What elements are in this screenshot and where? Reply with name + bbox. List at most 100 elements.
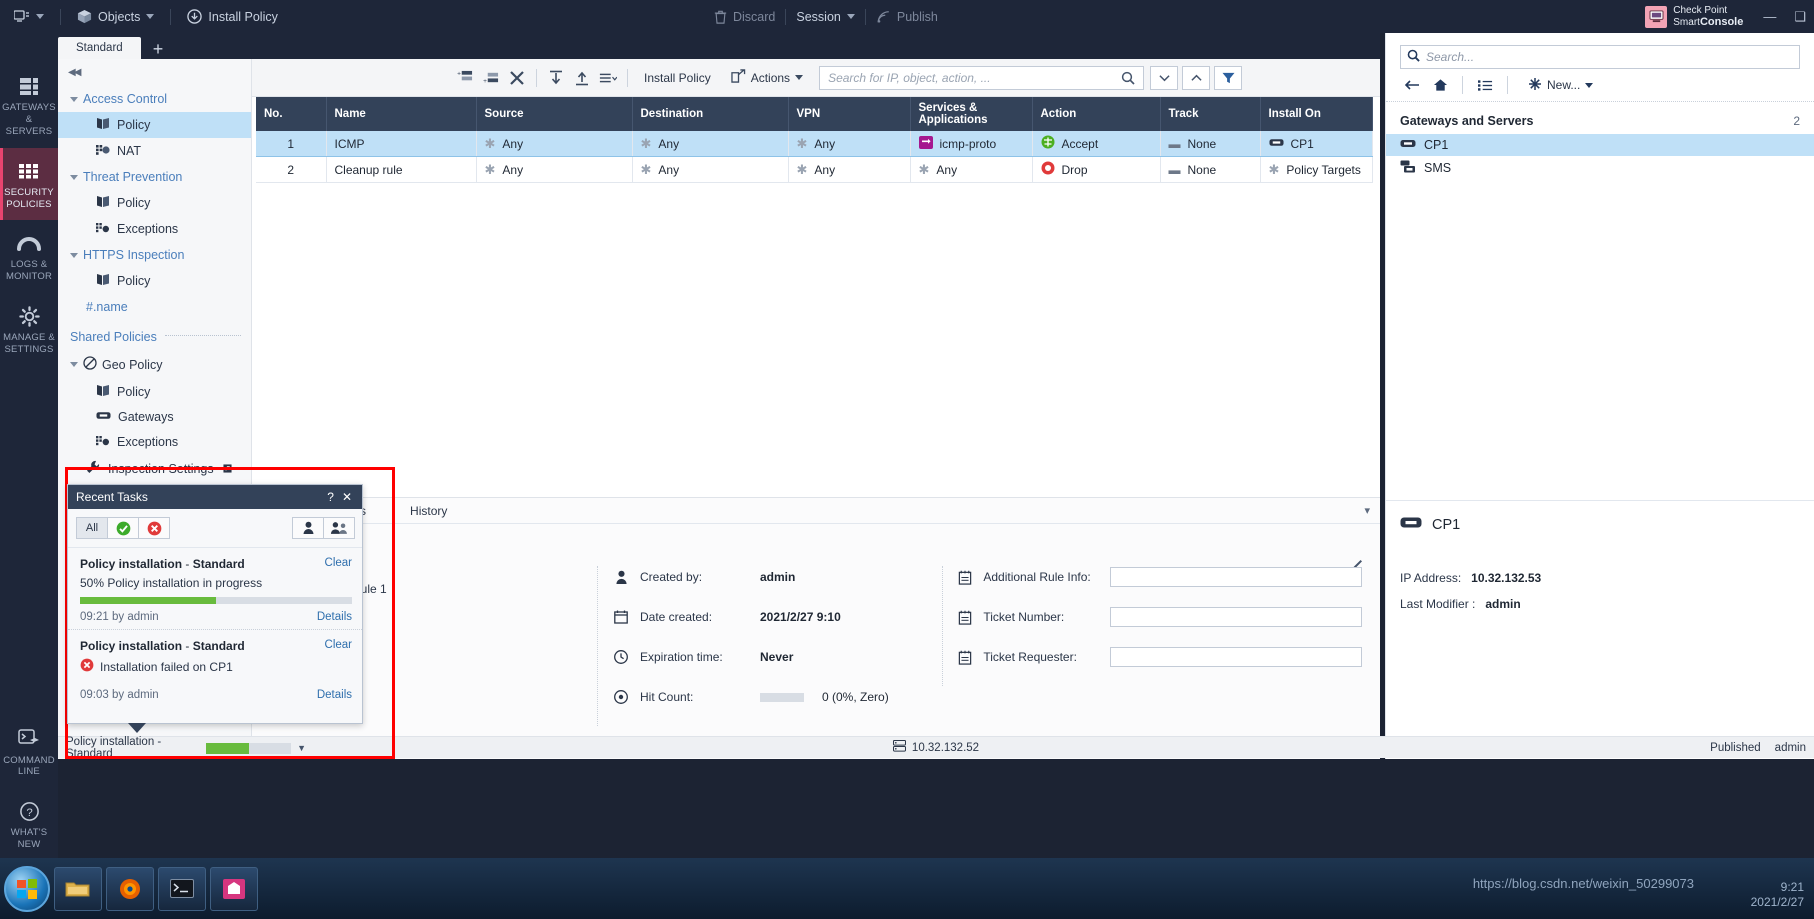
cell-name[interactable]: Cleanup rule <box>326 156 477 183</box>
chevron-down-icon[interactable]: ▼ <box>297 743 306 753</box>
sidebar-item-access-policy[interactable]: Policy <box>58 112 251 138</box>
ticket-number-input[interactable] <box>1109 607 1363 627</box>
cell-source[interactable]: ✱ Any <box>476 156 633 183</box>
tab-standard[interactable]: Standard <box>58 37 141 59</box>
cell-action[interactable]: Drop <box>1032 156 1161 183</box>
objects-search[interactable] <box>1400 45 1800 69</box>
task-details-link[interactable]: Details <box>317 689 352 701</box>
search-filter-dropdown-icon[interactable] <box>1150 65 1179 90</box>
cell-install-on[interactable]: CP1 <box>1260 131 1373 157</box>
cell-vpn[interactable]: ✱ Any <box>788 131 911 157</box>
add-rule-above-icon[interactable]: + <box>452 66 478 90</box>
sidebar-item-geo-exceptions[interactable]: Exceptions <box>58 429 251 455</box>
cell-track[interactable]: ▬ None <box>1160 131 1261 157</box>
sidebar-item-https-policy[interactable]: Policy <box>58 268 251 294</box>
windows-start-button[interactable] <box>4 865 50 912</box>
nav-section-threat-prevention[interactable]: Threat Prevention <box>58 164 251 190</box>
nav-section-https-inspection[interactable]: HTTPS Inspection <box>58 242 251 268</box>
sidebar-item-nat[interactable]: NAT <box>58 138 251 164</box>
cell-track[interactable]: ▬ None <box>1160 156 1261 183</box>
home-icon[interactable] <box>1428 75 1452 95</box>
cell-name[interactable]: ICMP <box>326 131 477 157</box>
rail-item-gateways-servers[interactable]: GATEWAYS & SERVERS <box>0 63 58 148</box>
cell-vpn[interactable]: ✱ Any <box>788 156 911 183</box>
col-install-on[interactable]: Install On <box>1260 97 1373 131</box>
filter-success-button[interactable] <box>107 517 139 539</box>
minimize-button[interactable]: — <box>1763 9 1776 24</box>
help-icon[interactable]: ? <box>323 490 338 504</box>
rail-item-whats-new[interactable]: ? WHAT'S NEW <box>0 788 58 861</box>
taskbar-terminal[interactable] <box>158 866 206 911</box>
table-row[interactable]: 2 Cleanup rule ✱ Any ✱ Any ✱ Any ✱ Any Drop … <box>256 156 1373 183</box>
objects-button[interactable]: Objects <box>73 7 158 26</box>
filter-all-button[interactable]: All <box>76 517 108 539</box>
status-task-widget[interactable]: Policy installation - Standard ▼ <box>62 736 310 760</box>
cell-destination[interactable]: ✱ Any <box>632 156 789 183</box>
col-no[interactable]: No. <box>256 97 327 131</box>
collapse-panel-button[interactable]: ◀◀ <box>58 65 251 86</box>
sidebar-item-hash-name[interactable]: #.name <box>58 294 251 320</box>
my-tasks-button[interactable] <box>292 517 324 539</box>
col-services[interactable]: Services & Applications <box>910 97 1033 131</box>
col-name[interactable]: Name <box>326 97 477 131</box>
col-action[interactable]: Action <box>1032 97 1161 131</box>
expand-detail-icon[interactable]: ▾ <box>1364 504 1370 517</box>
rail-item-command-line[interactable]: COMMAND LINE <box>0 716 58 789</box>
task-details-link[interactable]: Details <box>317 611 352 623</box>
filter-icon[interactable] <box>1214 65 1243 90</box>
list-options-icon[interactable] <box>595 66 621 90</box>
cell-services[interactable]: ✱ Any <box>910 156 1033 183</box>
sidebar-item-inspection-settings[interactable]: Inspection Settings <box>58 455 251 482</box>
actions-button[interactable]: Actions <box>721 69 813 86</box>
table-row[interactable]: 1 ICMP ✱ Any ✱ Any ✱ Any icmp-proto Accept … <box>256 131 1373 157</box>
taskbar-file-explorer[interactable] <box>54 866 102 911</box>
move-to-top-icon[interactable] <box>543 66 569 90</box>
cell-destination[interactable]: ✱ Any <box>632 131 789 157</box>
all-users-tasks-button[interactable] <box>323 517 355 539</box>
back-arrow-icon[interactable] <box>1400 75 1424 95</box>
new-object-button[interactable]: New... <box>1528 77 1594 94</box>
menu-button[interactable] <box>10 8 48 26</box>
objects-search-input[interactable] <box>1426 50 1793 64</box>
discard-button[interactable]: Discard <box>710 8 779 26</box>
cell-source[interactable]: ✱ Any <box>476 131 633 157</box>
clear-task-button[interactable]: Clear <box>325 639 352 651</box>
publish-button[interactable]: Publish <box>872 8 942 26</box>
sidebar-item-threat-policy[interactable]: Policy <box>58 190 251 216</box>
search-input[interactable] <box>828 70 1118 85</box>
nav-section-access-control[interactable]: Access Control <box>58 86 251 112</box>
sidebar-item-threat-exceptions[interactable]: Exceptions <box>58 216 251 242</box>
col-source[interactable]: Source <box>476 97 633 131</box>
session-button[interactable]: Session <box>792 8 858 26</box>
delete-rule-icon[interactable] <box>504 66 530 90</box>
cell-action[interactable]: Accept <box>1032 131 1161 157</box>
nav-section-geo-policy[interactable]: Geo Policy <box>58 350 251 379</box>
rail-item-logs-monitor[interactable]: LOGS & MONITOR <box>0 220 58 293</box>
add-tab-button[interactable]: + <box>141 39 176 59</box>
search-previous-icon[interactable] <box>1182 65 1211 90</box>
clear-task-button[interactable]: Clear <box>325 557 352 569</box>
filter-failed-button[interactable] <box>138 517 170 539</box>
sidebar-item-geo-policy-policy[interactable]: Policy <box>58 379 251 405</box>
cell-services[interactable]: icmp-proto <box>910 131 1033 157</box>
col-destination[interactable]: Destination <box>632 97 789 131</box>
add-rule-below-icon[interactable]: + <box>478 66 504 90</box>
taskbar-smartconsole[interactable] <box>210 866 258 911</box>
taskbar-firefox[interactable] <box>106 866 154 911</box>
rulebase-search[interactable] <box>819 65 1145 90</box>
list-item-sms[interactable]: SMS <box>1386 156 1814 180</box>
rail-item-security-policies[interactable]: SECURITY POLICIES <box>0 147 58 221</box>
ticket-requester-input[interactable] <box>1109 647 1363 667</box>
col-vpn[interactable]: VPN <box>788 97 911 131</box>
rail-item-manage-settings[interactable]: MANAGE & SETTINGS <box>0 293 58 366</box>
close-icon[interactable]: ✕ <box>338 490 356 504</box>
tab-history[interactable]: History <box>388 504 469 518</box>
install-policy-button[interactable]: Install Policy <box>183 7 281 26</box>
move-to-bottom-icon[interactable] <box>569 66 595 90</box>
col-track[interactable]: Track <box>1160 97 1261 131</box>
list-item-cp1[interactable]: CP1 <box>1386 134 1814 156</box>
cell-install-on[interactable]: ✱ Policy Targets <box>1260 156 1373 183</box>
sidebar-item-geo-gateways[interactable]: Gateways <box>58 405 251 429</box>
additional-rule-info-input[interactable] <box>1109 567 1363 587</box>
install-policy-toolbar-button[interactable]: Install Policy <box>634 71 721 85</box>
